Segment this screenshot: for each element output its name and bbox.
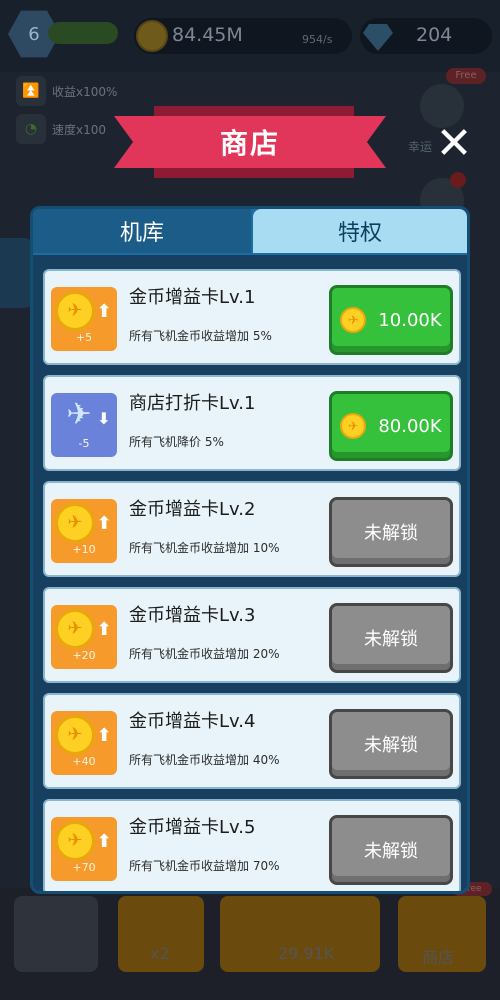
coin-icon [136, 20, 168, 52]
item-title: 金币增益卡Lv.3 [129, 605, 256, 626]
tab-hangar-label: 机库 [119, 221, 164, 246]
item-bonus: +70 [72, 861, 96, 874]
list-item: ✈ ⬆ +10 金币增益卡Lv.2 所有飞机金币收益增加 10% 未解锁 [43, 481, 461, 577]
plane-discount-icon: ✈ ⬇ -5 [51, 393, 117, 457]
list-item: ✈ ⬆ +5 金币增益卡Lv.1 所有飞机金币收益增加 5% ✈ 10.00K [43, 269, 461, 365]
tab-privileges-label: 特权 [337, 221, 382, 246]
price-label: 80.00K [378, 415, 442, 437]
buy-plane-price: 29.91K [278, 944, 335, 963]
locked-label: 未解锁 [364, 735, 418, 756]
arrow-up-icon: ⬆ [96, 831, 112, 852]
item-bonus: +10 [72, 543, 96, 556]
lucky-label: 幸运 [408, 140, 433, 154]
coin-boost-icon: ✈ ⬆ +10 [51, 499, 117, 563]
arrow-down-icon: ⬇ [97, 409, 111, 428]
close-button[interactable]: ✕ [432, 122, 476, 166]
item-title: 金币增益卡Lv.5 [129, 817, 256, 838]
tab-privileges[interactable]: 特权 [253, 209, 467, 253]
item-bonus: -5 [78, 437, 90, 450]
level-number: 6 [28, 23, 40, 45]
locked-label: 未解锁 [364, 629, 418, 650]
locked-button[interactable]: 未解锁 [329, 709, 453, 779]
item-description: 所有飞机金币收益增加 70% [129, 859, 280, 873]
locked-label: 未解锁 [364, 523, 418, 544]
coin-icon: ✈ [340, 413, 367, 439]
item-description: 所有飞机金币收益增加 10% [129, 541, 280, 555]
price-label: 10.00K [378, 309, 442, 331]
locked-button[interactable]: 未解锁 [329, 497, 453, 567]
coin-boost-icon: ✈ ⬆ +40 [51, 711, 117, 775]
gem-balance: 204 [416, 24, 453, 46]
item-description: 所有飞机金币收益增加 40% [129, 753, 280, 767]
speed-buff-label: 速度x100 [52, 123, 107, 137]
item-description: 所有飞机降价 5% [129, 435, 224, 449]
locked-button[interactable]: 未解锁 [329, 815, 453, 885]
item-title: 金币增益卡Lv.4 [129, 711, 256, 732]
coin-boost-icon: ✈ ⬆ +70 [51, 817, 117, 881]
list-item: ✈ ⬇ -5 商店打折卡Lv.1 所有飞机降价 5% ✈ 80.00K [43, 375, 461, 471]
shop-panel: 机库 特权 ✈ ⬆ +5 金币增益卡Lv.1 所有飞机金币收益增加 5% ✈ 1… [30, 206, 470, 894]
coin-icon: ✈ [55, 821, 95, 861]
buy-button[interactable]: ✈ 10.00K [329, 285, 453, 355]
shop-button-label: 商店 [422, 948, 455, 967]
speedometer-icon: ◔ [16, 114, 46, 144]
item-title: 商店打折卡Lv.1 [129, 393, 256, 414]
item-title: 金币增益卡Lv.2 [129, 499, 256, 520]
item-title: 金币增益卡Lv.1 [129, 287, 256, 308]
arrow-up-icon: ⬆ [96, 725, 112, 746]
item-bonus: +20 [72, 649, 96, 662]
coin-icon: ✈ [340, 307, 367, 333]
speed-buff: ◔ 速度x100 [14, 114, 124, 144]
list-item: ✈ ⬆ +40 金币增益卡Lv.4 所有飞机金币收益增加 40% 未解锁 [43, 693, 461, 789]
xp-bar [48, 22, 118, 44]
coin-icon: ✈ [55, 609, 95, 649]
coin-icon: ✈ [55, 715, 95, 755]
side-menu-tab [0, 238, 34, 308]
speed-boost-label: x2 [150, 944, 170, 963]
item-description: 所有飞机金币收益增加 20% [129, 647, 280, 661]
coin-balance: 84.45M [172, 24, 243, 46]
privilege-list[interactable]: ✈ ⬆ +5 金币增益卡Lv.1 所有飞机金币收益增加 5% ✈ 10.00K … [33, 255, 467, 891]
coin-icon: ✈ [55, 291, 95, 331]
item-bonus: +5 [75, 331, 93, 344]
income-up-icon: ⏫ [16, 76, 46, 106]
locked-button[interactable]: 未解锁 [329, 603, 453, 673]
arrow-up-icon: ⬆ [96, 619, 112, 640]
buy-button[interactable]: ✈ 80.00K [329, 391, 453, 461]
list-item: ✈ ⬆ +20 金币增益卡Lv.3 所有飞机金币收益增加 20% 未解锁 [43, 587, 461, 683]
tab-hangar[interactable]: 机库 [33, 209, 251, 253]
income-buff: ⏫ 收益x100% [14, 76, 124, 106]
list-item: ✈ ⬆ +70 金币增益卡Lv.5 所有飞机金币收益增加 70% 未解锁 [43, 799, 461, 891]
shop-title-ribbon: 商店 [114, 116, 386, 168]
coin-rate: 954/s [302, 33, 333, 46]
trash-button [14, 896, 98, 972]
locked-label: 未解锁 [364, 841, 418, 862]
coin-boost-icon: ✈ ⬆ +20 [51, 605, 117, 669]
arrow-up-icon: ⬆ [96, 301, 112, 322]
coin-icon: ✈ [55, 503, 95, 543]
arrow-up-icon: ⬆ [96, 513, 112, 534]
item-bonus: +40 [72, 755, 96, 768]
item-description: 所有飞机金币收益增加 5% [129, 329, 272, 343]
income-buff-label: 收益x100% [52, 85, 118, 99]
notification-dot [450, 172, 466, 188]
coin-boost-icon: ✈ ⬆ +5 [51, 287, 117, 351]
shop-title: 商店 [219, 127, 280, 160]
free-tag: Free [446, 68, 486, 84]
